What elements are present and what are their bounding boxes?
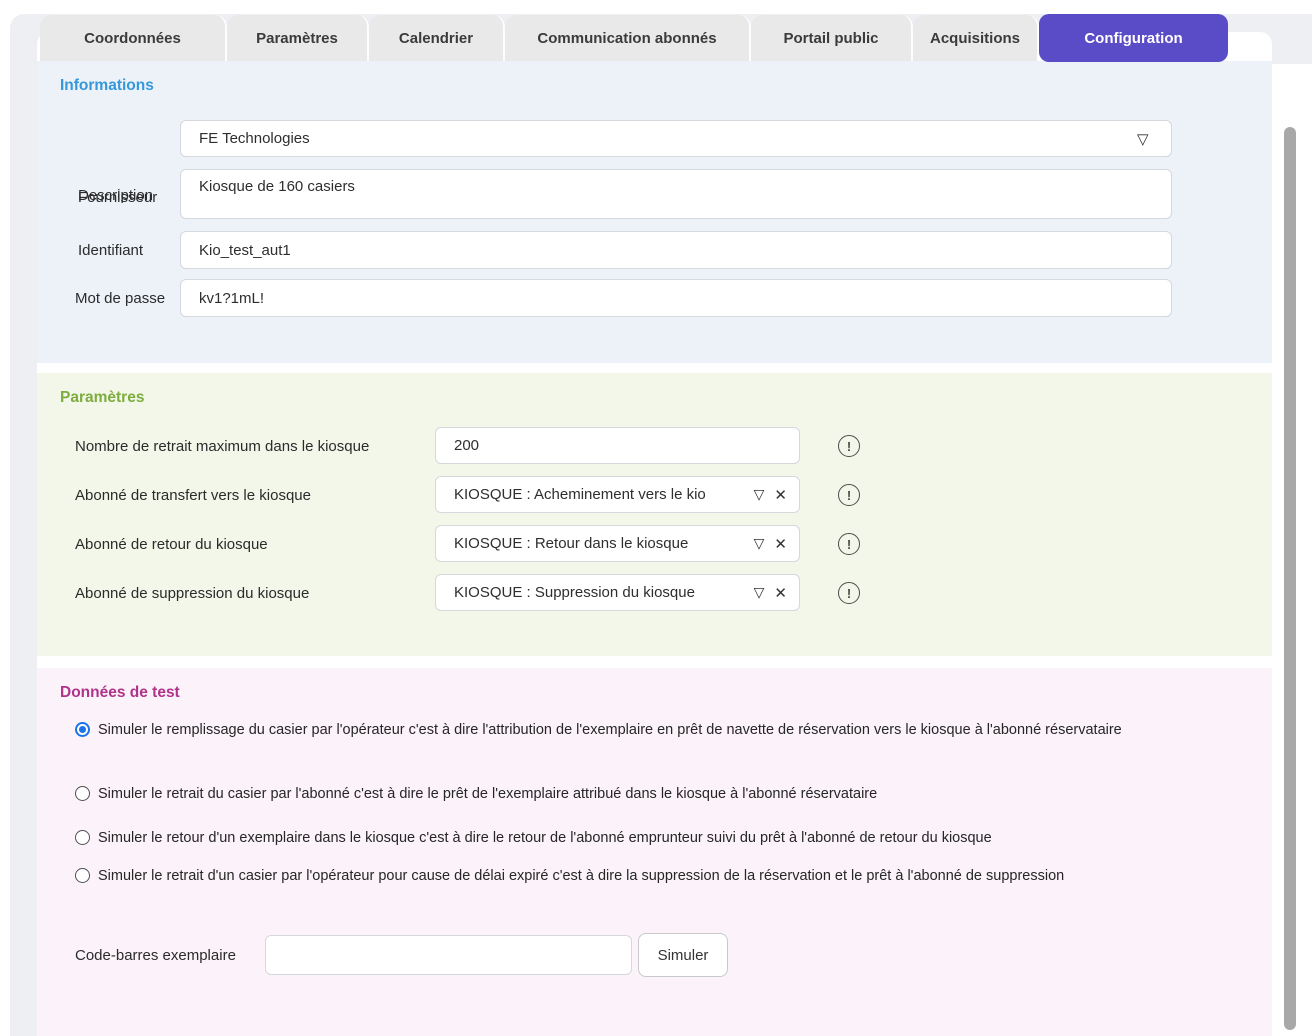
section-title-parametres: Paramètres <box>60 389 144 407</box>
vertical-scrollbar-thumb[interactable] <box>1284 127 1296 1030</box>
retour-combobox[interactable]: KIOSQUE : Retour dans le kiosque ▽ ✕ <box>435 525 800 562</box>
retour-value: KIOSQUE : Retour dans le kiosque <box>454 535 748 552</box>
tab-acquisitions[interactable]: Acquisitions <box>913 15 1039 61</box>
suppression-combobox[interactable]: KIOSQUE : Suppression du kiosque ▽ ✕ <box>435 574 800 611</box>
suppression-warning-icon: ! <box>838 582 860 604</box>
tab-configuration[interactable]: Configuration <box>1039 14 1228 62</box>
retour-clear-icon[interactable]: ✕ <box>774 535 787 553</box>
radio-option-retrait-operateur[interactable]: Simuler le retrait d'un casier par l'opé… <box>75 867 1153 885</box>
description-label: Description <box>78 187 153 204</box>
simuler-button[interactable]: Simuler <box>638 933 728 977</box>
suppression-value: KIOSQUE : Suppression du kiosque <box>454 584 748 601</box>
radio-option-label: Simuler le retour d'un exemplaire dans l… <box>98 829 1153 847</box>
max-retrait-label: Nombre de retrait maximum dans le kiosqu… <box>75 438 369 455</box>
tab-bar: Coordonnées Paramètres Calendrier Commun… <box>40 15 1228 61</box>
mot-de-passe-input[interactable] <box>180 279 1172 317</box>
radio-option-label: Simuler le retrait du casier par l'abonn… <box>98 785 1153 803</box>
tab-portail-public[interactable]: Portail public <box>751 15 913 61</box>
tab-calendrier[interactable]: Calendrier <box>369 15 505 61</box>
identifiant-label: Identifiant <box>78 242 143 259</box>
suppression-clear-icon[interactable]: ✕ <box>774 584 787 602</box>
radio-option-retrait-abonne[interactable]: Simuler le retrait du casier par l'abonn… <box>75 785 1153 803</box>
radio-option-remplissage[interactable]: Simuler le remplissage du casier par l'o… <box>75 721 1153 739</box>
retour-dropdown-icon[interactable]: ▽ <box>754 535 765 552</box>
retour-warning-icon: ! <box>838 533 860 555</box>
radio-selected-icon[interactable] <box>75 722 90 737</box>
section-title-donnees-de-test: Données de test <box>60 684 180 702</box>
section-donnees-de-test: Données de test Simuler le remplissage d… <box>37 668 1272 1036</box>
max-retrait-warning-icon: ! <box>838 435 860 457</box>
mot-de-passe-label: Mot de passe <box>75 290 165 307</box>
retour-label: Abonné de retour du kiosque <box>75 536 268 553</box>
fournisseur-input[interactable] <box>180 120 1172 157</box>
radio-option-retour-exemplaire[interactable]: Simuler le retour d'un exemplaire dans l… <box>75 829 1153 847</box>
description-textarea[interactable]: Kiosque de 160 casiers <box>180 169 1172 219</box>
transfert-dropdown-icon[interactable]: ▽ <box>754 486 765 503</box>
code-barres-label: Code-barres exemplaire <box>75 947 236 964</box>
section-informations: Informations Fournisseur ▽ Description K… <box>37 61 1272 363</box>
suppression-label: Abonné de suppression du kiosque <box>75 585 309 602</box>
identifiant-input[interactable] <box>180 231 1172 269</box>
section-parametres: Paramètres Nombre de retrait maximum dan… <box>37 373 1272 656</box>
section-title-informations: Informations <box>60 77 154 95</box>
tab-communication-abonnes[interactable]: Communication abonnés <box>505 15 751 61</box>
tab-parametres[interactable]: Paramètres <box>227 15 369 61</box>
radio-option-label: Simuler le remplissage du casier par l'o… <box>98 721 1153 739</box>
transfert-combobox[interactable]: KIOSQUE : Acheminement vers le kio ▽ ✕ <box>435 476 800 513</box>
kiosk-configuration-page: Coordonnées Paramètres Calendrier Commun… <box>0 0 1312 1036</box>
transfert-label: Abonné de transfert vers le kiosque <box>75 487 311 504</box>
max-retrait-input[interactable] <box>435 427 800 464</box>
radio-unselected-icon[interactable] <box>75 868 90 883</box>
transfert-value: KIOSQUE : Acheminement vers le kio <box>454 486 748 503</box>
radio-unselected-icon[interactable] <box>75 830 90 845</box>
fournisseur-dropdown-icon[interactable]: ▽ <box>1137 130 1149 148</box>
transfert-clear-icon[interactable]: ✕ <box>774 486 787 504</box>
suppression-dropdown-icon[interactable]: ▽ <box>754 584 765 601</box>
tab-coordonnees[interactable]: Coordonnées <box>40 15 227 61</box>
transfert-warning-icon: ! <box>838 484 860 506</box>
radio-option-label: Simuler le retrait d'un casier par l'opé… <box>98 867 1153 885</box>
code-barres-input[interactable] <box>265 935 632 975</box>
radio-unselected-icon[interactable] <box>75 786 90 801</box>
